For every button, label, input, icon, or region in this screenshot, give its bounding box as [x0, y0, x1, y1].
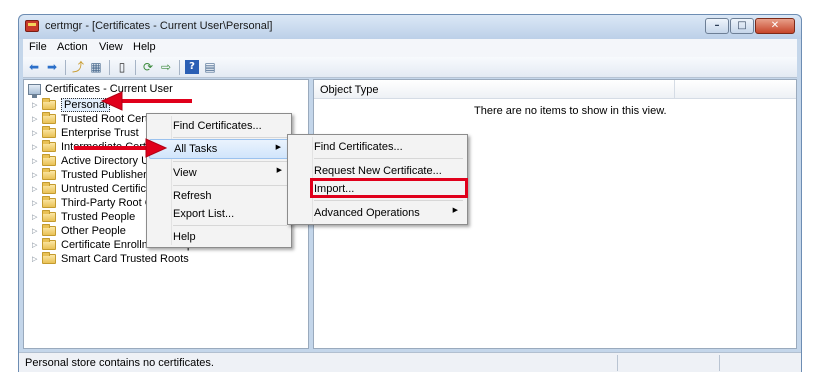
mmc-icon[interactable]: ▤: [203, 60, 217, 74]
folder-icon: [42, 182, 56, 194]
menu-item-label: Refresh: [173, 190, 212, 202]
menu-action[interactable]: Action: [57, 41, 88, 53]
menu-item-help[interactable]: Help: [149, 227, 289, 247]
folder-icon: [42, 210, 56, 222]
menu-separator: [173, 161, 287, 162]
certmgr-app-icon: [25, 20, 39, 32]
submenu-arrow-icon: ▶: [275, 143, 281, 151]
folder-icon: [42, 224, 56, 236]
column-header-row: Object Type: [314, 80, 796, 99]
maximize-icon: □: [737, 20, 747, 31]
menu-item-label: Find Certificates...: [173, 120, 262, 132]
submenu-arrow-icon: ▶: [452, 206, 458, 214]
toolbar: ⬅ ➡ ⤴ ▦ ▯ ⟳ ⇨ ? ▤: [23, 57, 797, 78]
menu-separator: [173, 225, 287, 226]
expand-icon[interactable]: ▷: [32, 185, 42, 193]
close-icon: ✕: [770, 20, 780, 31]
status-text: Personal store contains no certificates.: [25, 357, 214, 369]
folder-icon: [42, 140, 56, 152]
menu-help[interactable]: Help: [133, 41, 156, 53]
folder-icon: [42, 126, 56, 138]
menu-file[interactable]: File: [29, 41, 47, 53]
status-bar: Personal store contains no certificates.: [19, 352, 801, 372]
toolbar-separator: [109, 60, 110, 75]
expand-icon[interactable]: ▷: [32, 115, 42, 123]
menu-item-label: Advanced Operations: [314, 207, 420, 219]
tree-item-trusted-people[interactable]: ▷ Trusted People: [32, 210, 135, 224]
folder-icon: [42, 98, 56, 110]
context-menu: Find Certificates... All Tasks ▶ View ▶ …: [146, 113, 292, 248]
menu-item-label: Export List...: [173, 208, 235, 220]
menu-item-label: View: [173, 167, 197, 179]
menu-item-export-list[interactable]: Export List...: [149, 204, 289, 224]
tree-item-trusted-publishers[interactable]: ▷ Trusted Publishers: [32, 168, 152, 182]
certificates-console-icon: [28, 83, 41, 98]
refresh-icon[interactable]: ⟳: [141, 60, 155, 74]
properties-icon[interactable]: ▯: [115, 60, 129, 74]
expand-icon[interactable]: ▷: [32, 157, 42, 165]
menu-item-label: Request New Certificate...: [314, 165, 442, 177]
minimize-icon: –: [714, 20, 720, 31]
menu-item-find-certificates[interactable]: Find Certificates...: [149, 116, 289, 136]
back-arrow-icon[interactable]: ⬅: [27, 60, 41, 74]
submenu-arrow-icon: ▶: [276, 166, 282, 174]
folder-icon: [42, 168, 56, 180]
menu-separator: [314, 158, 463, 159]
column-divider[interactable]: [674, 80, 675, 98]
menu-item-label: Help: [173, 231, 196, 243]
folder-icon: [42, 252, 56, 264]
folder-icon: [42, 112, 56, 124]
folder-icon: [42, 238, 56, 250]
tree-item-label: Other People: [61, 225, 126, 237]
window-controls: – □ ✕: [705, 18, 795, 34]
menu-item-refresh[interactable]: Refresh: [149, 186, 289, 206]
personal-pointer-arrow-icon: [100, 91, 192, 111]
show-hide-tree-icon[interactable]: ▦: [89, 60, 103, 74]
expand-icon[interactable]: ▷: [32, 143, 42, 151]
window-title: certmgr - [Certificates - Current User\P…: [45, 20, 273, 32]
title-bar: certmgr - [Certificates - Current User\P…: [19, 15, 801, 39]
close-button[interactable]: ✕: [755, 18, 795, 34]
status-divider: [719, 355, 720, 371]
menu-item-advanced-operations[interactable]: Advanced Operations ▶: [290, 203, 465, 223]
toolbar-separator: [135, 60, 136, 75]
tree-item-smart-card-roots[interactable]: ▷ Smart Card Trusted Roots: [32, 252, 189, 266]
column-header-object-type[interactable]: Object Type: [320, 84, 379, 96]
export-list-icon[interactable]: ⇨: [159, 60, 173, 74]
expand-icon[interactable]: ▷: [32, 129, 42, 137]
maximize-button[interactable]: □: [730, 18, 754, 34]
status-divider: [617, 355, 618, 371]
menu-item-label: All Tasks: [174, 143, 218, 155]
import-highlight-box: [310, 178, 468, 198]
folder-icon: [42, 154, 56, 166]
expand-icon[interactable]: ▷: [32, 241, 42, 249]
menu-separator: [173, 137, 287, 138]
all-tasks-pointer-arrow-icon: [74, 138, 168, 158]
menu-item-view[interactable]: View ▶: [149, 163, 289, 183]
tree-item-other-people[interactable]: ▷ Other People: [32, 224, 126, 238]
minimize-button[interactable]: –: [705, 18, 729, 34]
menu-view[interactable]: View: [99, 41, 123, 53]
tree-item-label: Smart Card Trusted Roots: [61, 253, 189, 265]
expand-icon[interactable]: ▷: [32, 199, 42, 207]
expand-icon[interactable]: ▷: [32, 255, 42, 263]
tree-item-label: Trusted Publishers: [61, 169, 153, 181]
menu-separator: [314, 200, 463, 201]
menu-item-label: Find Certificates...: [314, 141, 403, 153]
expand-icon[interactable]: ▷: [32, 101, 42, 109]
menu-bar: File Action View Help: [23, 39, 797, 57]
forward-arrow-icon[interactable]: ➡: [45, 60, 59, 74]
folder-icon: [42, 196, 56, 208]
menu-item-find-certificates[interactable]: Find Certificates...: [290, 137, 465, 157]
expand-icon[interactable]: ▷: [32, 171, 42, 179]
expand-icon[interactable]: ▷: [32, 227, 42, 235]
toolbar-separator: [65, 60, 66, 75]
toolbar-separator: [179, 60, 180, 75]
tree-item-label: Trusted People: [61, 211, 136, 223]
expand-icon[interactable]: ▷: [32, 213, 42, 221]
up-folder-icon[interactable]: ⤴: [71, 60, 85, 74]
help-icon[interactable]: ?: [185, 60, 199, 74]
empty-view-message: There are no items to show in this view.: [474, 105, 667, 117]
